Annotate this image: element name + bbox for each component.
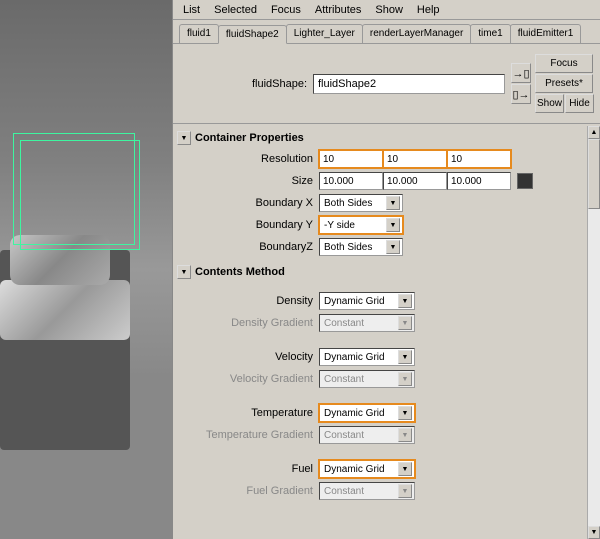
temperature-gradient-label: Temperature Gradient — [177, 429, 319, 441]
chevron-down-icon: ▼ — [398, 406, 412, 420]
fuel-dropdown[interactable]: Dynamic Grid ▼ — [319, 460, 415, 478]
chevron-down-icon: ▼ — [386, 218, 400, 232]
fuel-value: Dynamic Grid — [324, 464, 385, 475]
chevron-down-icon: ▼ — [398, 484, 412, 498]
tab-fluidshape2[interactable]: fluidShape2 — [218, 25, 287, 44]
chevron-down-icon: ▼ — [398, 294, 412, 308]
density-gradient-value: Constant — [324, 318, 364, 329]
resolution-x-input[interactable] — [319, 150, 383, 168]
chevron-down-icon: ▼ — [386, 240, 400, 254]
vertical-scrollbar[interactable]: ▲ ▼ — [587, 126, 600, 539]
size-x-input[interactable] — [319, 172, 383, 190]
boundary-z-dropdown[interactable]: Both Sides ▼ — [319, 238, 403, 256]
temperature-value: Dynamic Grid — [324, 408, 385, 419]
focus-button[interactable]: Focus — [535, 54, 593, 73]
scroll-track[interactable] — [588, 139, 600, 526]
boundary-y-value: -Y side — [324, 220, 355, 231]
chevron-down-icon: ▼ — [398, 350, 412, 364]
boundary-z-value: Both Sides — [324, 242, 372, 253]
fuel-label: Fuel — [177, 463, 319, 475]
density-value: Dynamic Grid — [324, 296, 385, 307]
resolution-z-input[interactable] — [447, 150, 511, 168]
menu-help[interactable]: Help — [411, 2, 446, 18]
size-connector-icon[interactable] — [517, 173, 533, 189]
section-title: Container Properties — [195, 132, 304, 144]
model-geometry — [0, 280, 130, 340]
fuel-gradient-dropdown: Constant ▼ — [319, 482, 415, 500]
temperature-label: Temperature — [177, 407, 319, 419]
section-contents-method: ▼ Contents Method Density Dynamic Grid ▼… — [173, 260, 587, 504]
velocity-label: Velocity — [177, 351, 319, 363]
collapse-toggle[interactable]: ▼ — [177, 131, 191, 145]
velocity-dropdown[interactable]: Dynamic Grid ▼ — [319, 348, 415, 366]
fuel-gradient-label: Fuel Gradient — [177, 485, 319, 497]
boundary-x-dropdown[interactable]: Both Sides ▼ — [319, 194, 403, 212]
size-y-input[interactable] — [383, 172, 447, 190]
velocity-gradient-value: Constant — [324, 374, 364, 385]
node-name-input[interactable] — [313, 74, 505, 94]
node-tabs: fluid1 fluidShape2 Lighter_Layer renderL… — [173, 20, 600, 44]
input-connection-icon[interactable]: →▯ — [511, 63, 531, 83]
temperature-gradient-value: Constant — [324, 430, 364, 441]
velocity-value: Dynamic Grid — [324, 352, 385, 363]
hide-button[interactable]: Hide — [565, 94, 594, 113]
fuel-gradient-value: Constant — [324, 486, 364, 497]
section-title: Contents Method — [195, 266, 285, 278]
header-row: fluidShape: →▯ ▯→ Focus Presets* Show Hi… — [173, 44, 600, 124]
tab-renderlayermanager[interactable]: renderLayerManager — [362, 24, 471, 43]
boundary-z-label: BoundaryZ — [177, 241, 319, 253]
menubar: List Selected Focus Attributes Show Help — [173, 0, 600, 20]
chevron-down-icon: ▼ — [398, 372, 412, 386]
menu-show[interactable]: Show — [369, 2, 409, 18]
velocity-gradient-label: Velocity Gradient — [177, 373, 319, 385]
menu-attributes[interactable]: Attributes — [309, 2, 367, 18]
resolution-y-input[interactable] — [383, 150, 447, 168]
menu-list[interactable]: List — [177, 2, 206, 18]
presets-button[interactable]: Presets* — [535, 74, 593, 93]
fluid-container-wireframe — [20, 140, 140, 250]
resolution-label: Resolution — [177, 153, 319, 165]
chevron-down-icon: ▼ — [386, 196, 400, 210]
node-type-label: fluidShape: — [173, 78, 313, 90]
scroll-up-icon[interactable]: ▲ — [588, 126, 600, 139]
size-label: Size — [177, 175, 319, 187]
menu-selected[interactable]: Selected — [208, 2, 263, 18]
temperature-dropdown[interactable]: Dynamic Grid ▼ — [319, 404, 415, 422]
tab-fluidemitter1[interactable]: fluidEmitter1 — [510, 24, 582, 43]
density-label: Density — [177, 295, 319, 307]
tab-lighter-layer[interactable]: Lighter_Layer — [286, 24, 363, 43]
size-z-input[interactable] — [447, 172, 511, 190]
attribute-editor: List Selected Focus Attributes Show Help… — [172, 0, 600, 539]
density-gradient-dropdown: Constant ▼ — [319, 314, 415, 332]
section-container-properties: ▼ Container Properties Resolution Size B… — [173, 126, 587, 260]
boundary-y-dropdown[interactable]: -Y side ▼ — [319, 216, 403, 234]
chevron-down-icon: ▼ — [398, 462, 412, 476]
chevron-down-icon: ▼ — [398, 428, 412, 442]
chevron-down-icon: ▼ — [398, 316, 412, 330]
scroll-thumb[interactable] — [588, 139, 600, 209]
viewport-3d[interactable] — [0, 0, 172, 539]
output-connection-icon[interactable]: ▯→ — [511, 84, 531, 104]
tab-fluid1[interactable]: fluid1 — [179, 24, 219, 43]
temperature-gradient-dropdown: Constant ▼ — [319, 426, 415, 444]
menu-focus[interactable]: Focus — [265, 2, 307, 18]
collapse-toggle[interactable]: ▼ — [177, 265, 191, 279]
tab-time1[interactable]: time1 — [470, 24, 510, 43]
boundary-x-label: Boundary X — [177, 197, 319, 209]
boundary-x-value: Both Sides — [324, 198, 372, 209]
density-dropdown[interactable]: Dynamic Grid ▼ — [319, 292, 415, 310]
boundary-y-label: Boundary Y — [177, 219, 319, 231]
show-button[interactable]: Show — [535, 94, 564, 113]
scroll-down-icon[interactable]: ▼ — [588, 526, 600, 539]
velocity-gradient-dropdown: Constant ▼ — [319, 370, 415, 388]
density-gradient-label: Density Gradient — [177, 317, 319, 329]
